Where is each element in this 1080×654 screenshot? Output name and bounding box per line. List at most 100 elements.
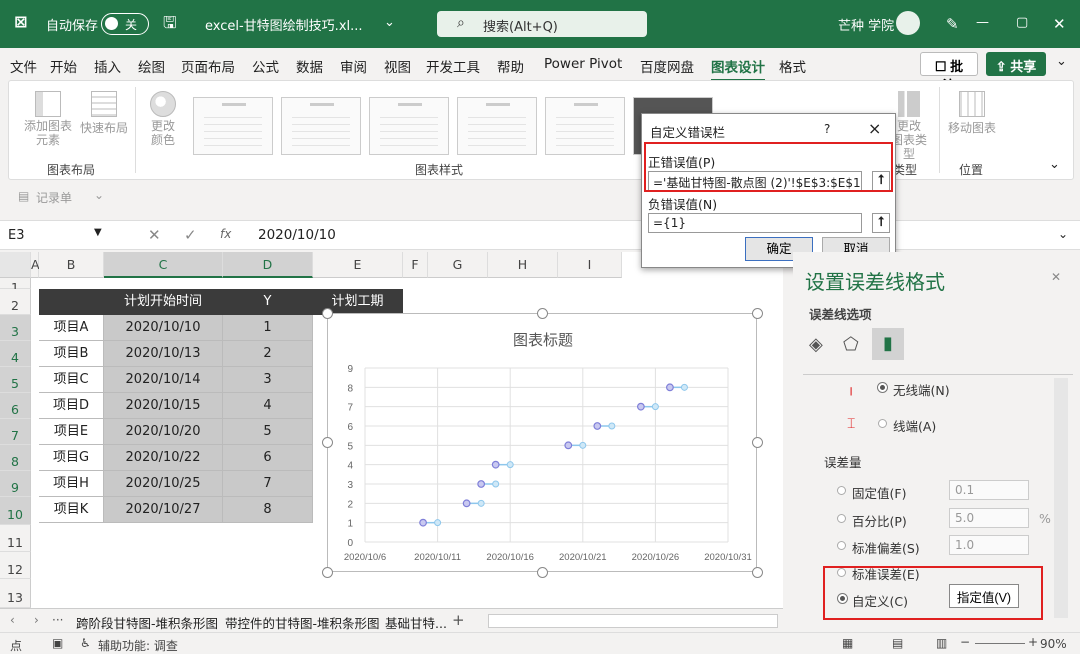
chart-style-3[interactable] [369, 97, 449, 155]
expand-formula-icon[interactable]: ⌄ [1058, 227, 1068, 241]
tab-1[interactable]: 带控件的甘特图-堆积条形图 [225, 613, 380, 632]
cap-radio[interactable] [878, 419, 887, 428]
pane-close-icon[interactable]: ✕ [1051, 270, 1061, 284]
table-cell-y[interactable]: 7 [223, 471, 313, 497]
tab-2[interactable]: 基础甘特... [385, 613, 447, 632]
zoom-out-icon[interactable]: − [960, 635, 970, 649]
check-icon[interactable]: ✓ [184, 226, 197, 244]
tab-0[interactable]: 跨阶段甘特图-堆积条形图 [76, 613, 218, 632]
record-button[interactable]: 记录单 [36, 189, 72, 206]
table-header-start[interactable]: 计划开始时间 [104, 289, 223, 315]
accessibility-text[interactable]: 辅助功能: 调查 [98, 637, 178, 654]
chart-style-2[interactable] [281, 97, 361, 155]
negative-collapse-icon[interactable]: ⭡ [872, 213, 890, 233]
table-cell-y[interactable]: 8 [223, 497, 313, 523]
customize-icon[interactable]: ⌄ [94, 188, 104, 202]
scatter-chart[interactable]: 图表标题 0 1 2 3 4 5 6 7 8 9 2020/10/6 2020/10/11 2020/10… [327, 313, 757, 572]
fx-icon[interactable]: fx [220, 227, 231, 241]
column-header-5[interactable]: F [403, 252, 428, 278]
column-header-7[interactable]: H [488, 252, 558, 278]
table-cell-date[interactable]: 2020/10/20 [104, 419, 223, 445]
menu-item-1[interactable]: 开始 [50, 56, 77, 76]
autosave-toggle[interactable]: 关 [101, 13, 149, 35]
chart-style-5[interactable] [545, 97, 625, 155]
row-header-10[interactable]: 11 [0, 525, 31, 552]
row-header-4[interactable]: 5 [0, 367, 31, 393]
page-layout-icon[interactable]: ▤ [892, 636, 903, 650]
chart-resize-handle[interactable] [537, 308, 548, 319]
search-box[interactable]: ⌕ 搜索(Alt+Q) [437, 11, 647, 37]
row-header-3[interactable]: 4 [0, 341, 31, 367]
row-header-12[interactable]: 13 [0, 579, 31, 608]
column-header-3[interactable]: D [223, 252, 313, 278]
no-cap-radio[interactable] [878, 383, 887, 392]
dialog-close-button[interactable]: × [868, 119, 881, 138]
row-header-7[interactable]: 8 [0, 445, 31, 471]
row-header-9[interactable]: 10 [0, 497, 31, 525]
table-cell-project[interactable]: 项目A [39, 315, 104, 341]
row-header-1[interactable]: 2 [0, 289, 31, 315]
table-cell-date[interactable]: 2020/10/10 [104, 315, 223, 341]
stddev-input[interactable]: 1.0 [949, 535, 1029, 555]
row-header-8[interactable]: 9 [0, 471, 31, 497]
chart-resize-handle[interactable] [752, 308, 763, 319]
chart-style-1[interactable] [193, 97, 273, 155]
cancel-icon[interactable]: ✕ [148, 226, 161, 244]
fixed-radio[interactable] [837, 486, 846, 495]
help-button[interactable]: ? [824, 122, 830, 136]
table-header-y[interactable]: Y [223, 289, 313, 315]
table-cell-y[interactable]: 5 [223, 419, 313, 445]
menu-item-4[interactable]: 页面布局 [181, 56, 235, 76]
table-header-empty[interactable] [39, 289, 104, 315]
tab-more-icon[interactable]: ··· [52, 613, 63, 627]
chart-resize-handle[interactable] [752, 437, 763, 448]
chart-style-4[interactable] [457, 97, 537, 155]
table-cell-project[interactable]: 项目E [39, 419, 104, 445]
ribbon-options-icon[interactable]: ⌄ [1056, 54, 1067, 69]
table-cell-project[interactable]: 项目B [39, 341, 104, 367]
menu-item-11[interactable]: Power Pivot [544, 56, 622, 72]
namebox-dropdown-icon[interactable]: ▼ [94, 227, 102, 238]
change-color-button[interactable]: 更改 颜色 [143, 87, 183, 153]
pane-scrollbar[interactable] [1054, 378, 1068, 618]
tab-prev-icon[interactable]: ‹ [10, 613, 15, 627]
table-cell-date[interactable]: 2020/10/25 [104, 471, 223, 497]
maximize-icon[interactable]: ▢ [1016, 15, 1028, 30]
column-header-0[interactable]: A [31, 252, 40, 278]
table-cell-date[interactable]: 2020/10/22 [104, 445, 223, 471]
name-box[interactable]: E3 [8, 228, 25, 243]
menu-item-0[interactable]: 文件 [10, 56, 37, 76]
row-header-5[interactable]: 6 [0, 393, 31, 419]
negative-error-input[interactable]: ={1} [648, 213, 862, 233]
chart-resize-handle[interactable] [322, 567, 333, 578]
menu-item-5[interactable]: 公式 [252, 56, 279, 76]
menu-item-3[interactable]: 绘图 [138, 56, 165, 76]
normal-view-icon[interactable]: ▦ [842, 636, 853, 650]
error-bar-options-icon[interactable]: ▮ [872, 328, 904, 360]
zoom-level[interactable]: 90% [1040, 637, 1067, 651]
horizontal-scrollbar[interactable] [488, 614, 778, 628]
column-header-8[interactable]: I [558, 252, 622, 278]
table-cell-project[interactable]: 项目G [39, 445, 104, 471]
table-cell-y[interactable]: 6 [223, 445, 313, 471]
menu-item-13[interactable]: 图表设计 [711, 56, 765, 82]
table-cell-y[interactable]: 1 [223, 315, 313, 341]
menu-item-7[interactable]: 审阅 [340, 56, 367, 76]
zoom-slider[interactable] [975, 643, 1025, 644]
table-cell-project[interactable]: 项目C [39, 367, 104, 393]
chevron-down-icon[interactable]: ⌄ [384, 15, 395, 30]
tab-next-icon[interactable]: › [34, 613, 39, 627]
collapse-ribbon-icon[interactable]: ⌄ [1049, 157, 1060, 172]
table-cell-project[interactable]: 项目K [39, 497, 104, 523]
menu-item-8[interactable]: 视图 [384, 56, 411, 76]
table-cell-date[interactable]: 2020/10/14 [104, 367, 223, 393]
move-chart-button[interactable]: 移动图表 [947, 87, 997, 153]
table-cell-project[interactable]: 项目D [39, 393, 104, 419]
table-cell-date[interactable]: 2020/10/13 [104, 341, 223, 367]
table-cell-y[interactable]: 2 [223, 341, 313, 367]
chart-resize-handle[interactable] [537, 567, 548, 578]
minimize-icon[interactable]: — [976, 15, 989, 30]
row-header-0[interactable]: 1 [0, 278, 31, 295]
column-header-2[interactable]: C [104, 252, 223, 278]
menu-item-9[interactable]: 开发工具 [426, 56, 480, 76]
